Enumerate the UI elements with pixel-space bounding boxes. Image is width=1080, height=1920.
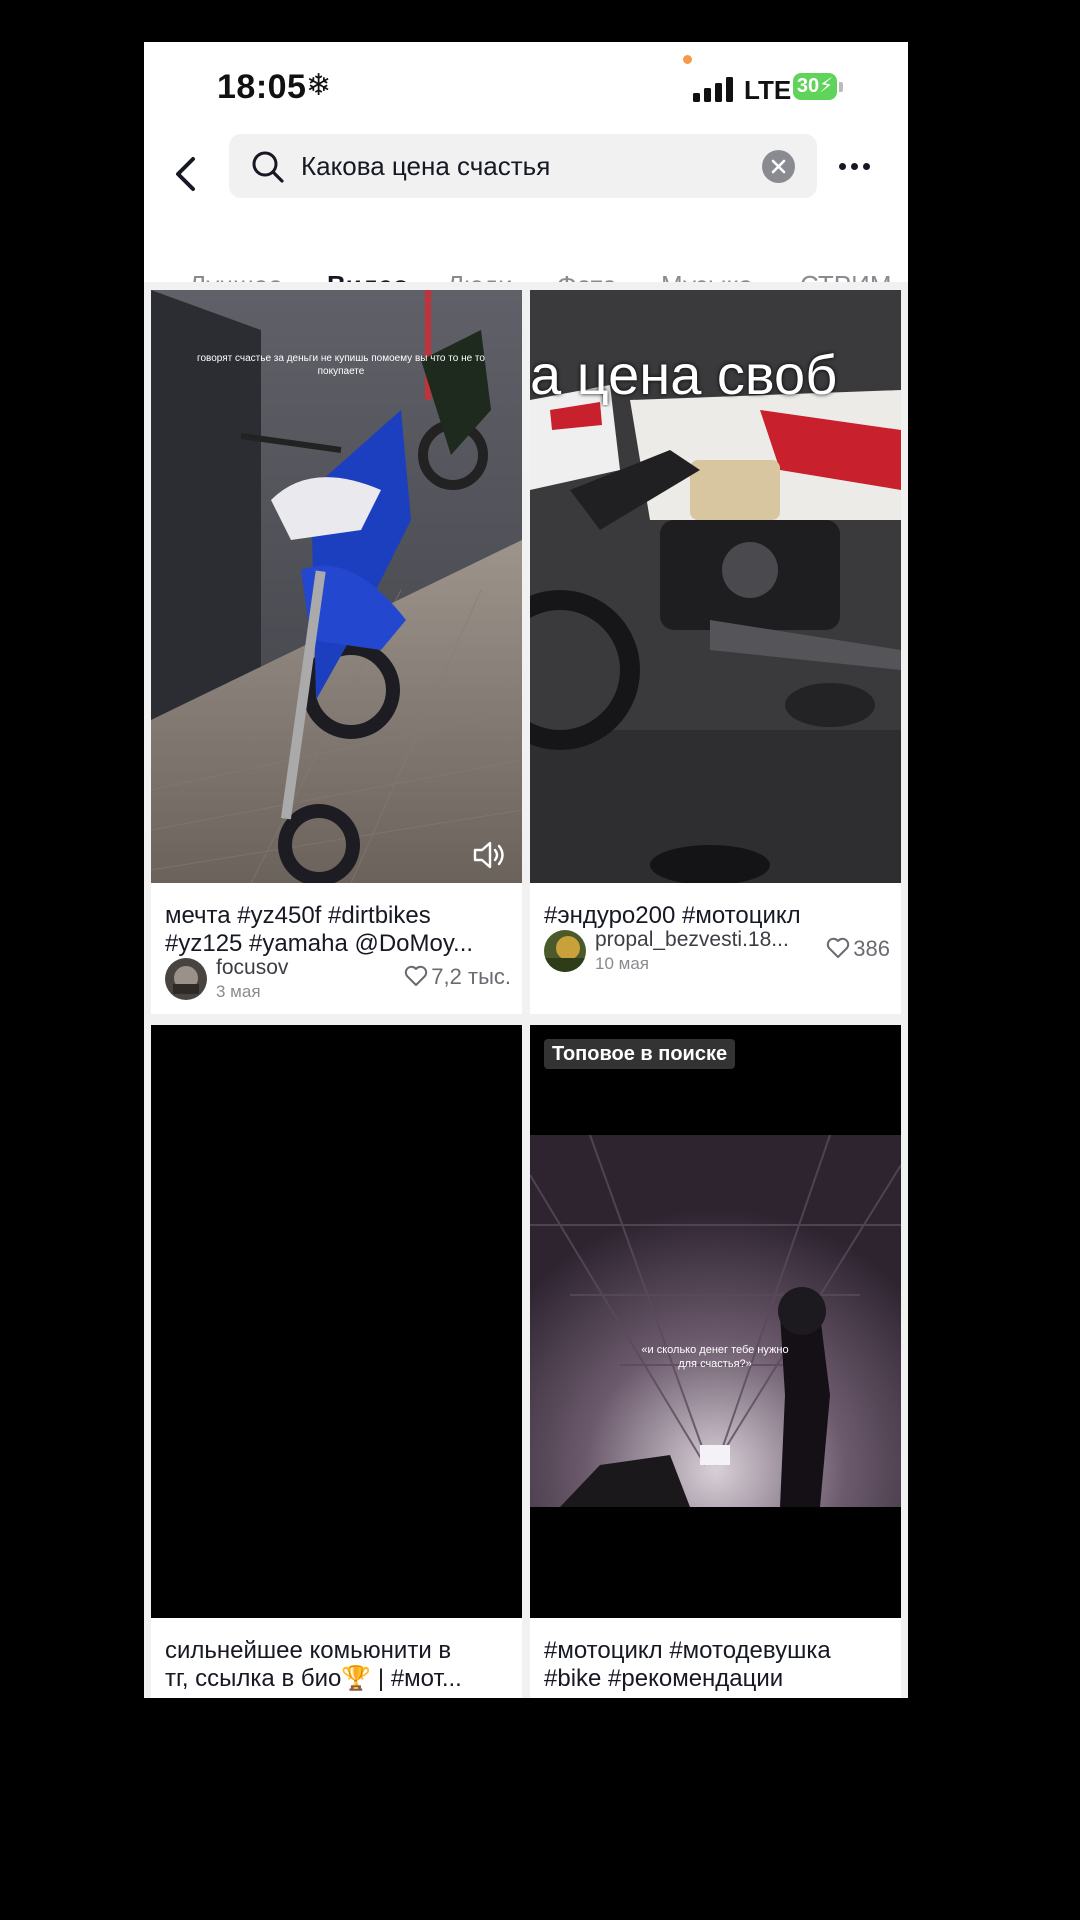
more-dot <box>863 163 870 170</box>
battery-level: 30 <box>796 75 820 97</box>
heart-icon <box>405 965 428 986</box>
author-row[interactable]: propal_bezvesti.18... 10 мая 386 <box>544 928 894 978</box>
video-overlay-text: «и сколько денег тебе нужно для счастья?… <box>641 1344 789 1370</box>
battery-nub <box>839 82 843 92</box>
caption-line: мечта #yz450f #dirtbikes <box>165 902 431 929</box>
caption-line: #эндуро200 #мотоцикл <box>544 902 801 929</box>
author-row[interactable]: focusov 3 мая 7,2 тыс. <box>165 956 515 1006</box>
post-date: 3 мая <box>216 982 261 1001</box>
close-icon <box>771 159 786 174</box>
caption-line: #мотоцикл #мотодевушка <box>544 1637 831 1664</box>
video-caption[interactable]: #эндуро200 #мотоцикл <box>544 902 889 930</box>
video-overlay-text: а цена своб <box>530 343 838 406</box>
search-query: Какова цена счастья <box>301 151 551 181</box>
like-count-value: 7,2 тыс. <box>431 964 511 989</box>
search-icon <box>252 151 284 183</box>
more-dot <box>839 163 846 170</box>
caption-line: сильнейшее комьюнити в <box>165 1637 452 1664</box>
phone-screen: 18:05 ❄ LTE 30⚡ Какова цена счастья гово… <box>144 42 908 1698</box>
caption-line: #bike #рекомендации <box>544 1665 784 1692</box>
avatar[interactable] <box>165 958 207 1000</box>
video-thumbnail[interactable] <box>151 1025 522 1618</box>
caption-line: #yz125 #yamaha @DoMoy... <box>165 930 474 957</box>
avatar[interactable] <box>544 930 586 972</box>
chevron-left-icon <box>176 157 195 191</box>
post-date: 10 мая <box>595 954 649 973</box>
privacy-indicator-dot <box>683 55 692 64</box>
heart-icon <box>827 937 850 958</box>
search-input[interactable]: Какова цена счастья <box>229 134 817 198</box>
video-caption[interactable]: #мотоцикл #мотодевушка #bike #рекомендац… <box>544 1637 889 1693</box>
video-thumbnail[interactable]: говорят счастье за деньги не купишь помо… <box>151 290 522 883</box>
back-button[interactable] <box>164 144 208 204</box>
video-overlay-text: говорят счастье за деньги не купишь помо… <box>197 353 485 377</box>
clear-search-button[interactable] <box>762 150 795 183</box>
snowflake-icon: ❄ <box>306 69 332 102</box>
like-count: 7,2 тыс. <box>404 964 511 990</box>
battery-icon: 30⚡ <box>793 73 837 100</box>
dirtbike-thumbnail-image <box>151 290 522 883</box>
results-grid: говорят счастье за деньги не купишь помо… <box>144 282 908 1698</box>
tunnel-thumbnail-image <box>530 1135 901 1507</box>
like-count-value: 386 <box>853 936 890 961</box>
author-name[interactable]: focusov <box>216 956 288 980</box>
status-bar: 18:05 ❄ LTE 30⚡ <box>144 42 908 137</box>
network-type: LTE <box>744 75 792 105</box>
video-caption[interactable]: мечта #yz450f #dirtbikes #yz125 #yamaha … <box>165 902 510 958</box>
video-caption[interactable]: сильнейшее комьюнити в тг, ссылка в био🏆… <box>165 1637 510 1693</box>
more-dot <box>851 163 858 170</box>
author-name[interactable]: propal_bezvesti.18... <box>595 928 789 952</box>
top-in-search-badge: Топовое в поиске <box>544 1039 736 1069</box>
video-thumbnail[interactable]: «и сколько денег тебе нужно для счастья?… <box>530 1025 901 1618</box>
volume-icon[interactable] <box>472 839 508 871</box>
more-options-button[interactable] <box>839 154 887 178</box>
caption-line: тг, ссылка в био🏆 | #мот... <box>165 1665 462 1692</box>
signal-strength-icon <box>693 76 735 102</box>
video-card[interactable]: говорят счастье за деньги не купишь помо… <box>151 290 522 1014</box>
video-card[interactable]: «и сколько денег тебе нужно для счастья?… <box>530 1025 901 1698</box>
like-count: 386 <box>826 936 890 962</box>
video-card[interactable]: а цена своб #эндуро200 #мотоцикл propal_… <box>530 290 901 1014</box>
video-thumbnail[interactable]: а цена своб <box>530 290 901 883</box>
video-card[interactable]: сильнейшее комьюнити в тг, ссылка в био🏆… <box>151 1025 522 1698</box>
status-time: 18:05 <box>217 68 307 106</box>
